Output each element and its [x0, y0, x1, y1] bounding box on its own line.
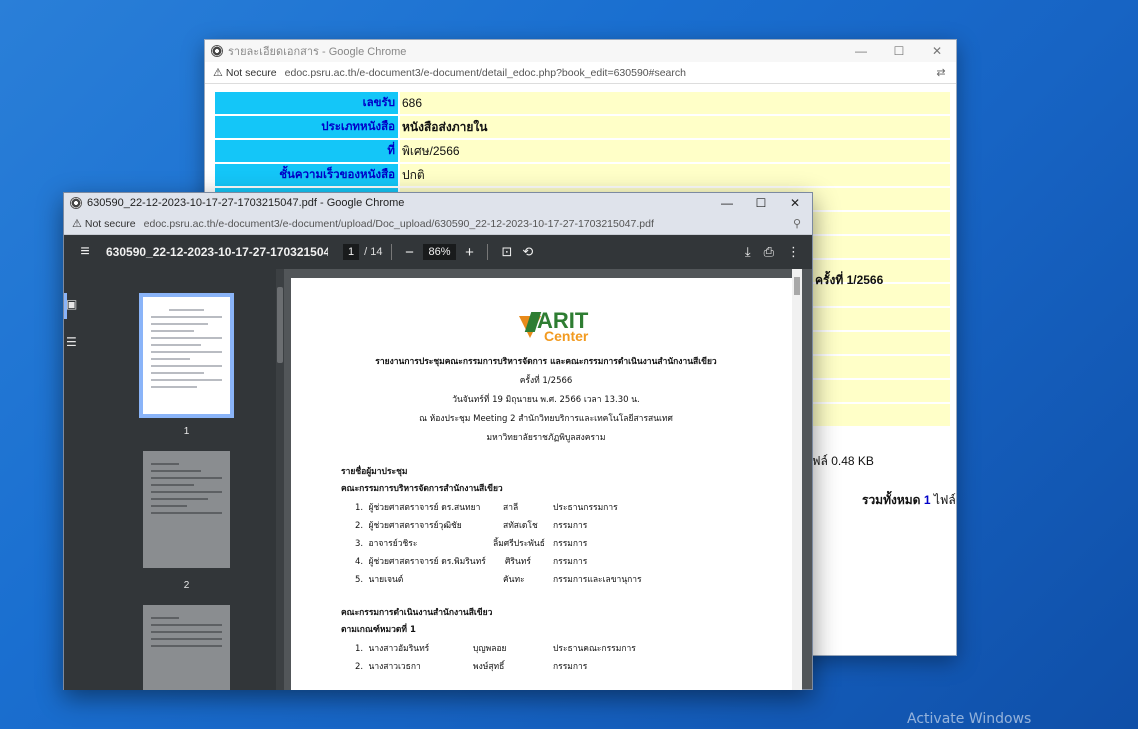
outline-view-icon[interactable]: ☰ [66, 335, 77, 349]
divider [391, 244, 393, 260]
doc-title: รายงานการประชุมคณะกรรมการบริหารจัดการ แล… [375, 357, 717, 367]
category-heading: ตามเกณฑ์หมวดที่ 1 [341, 625, 416, 635]
file-size-fragment: ไฟล์ 0.48 KB [806, 454, 874, 468]
role: ประธานคณะกรรมการ [553, 644, 636, 654]
chrome-icon [211, 45, 223, 57]
surname: บุญพลอย [473, 644, 507, 654]
divider [486, 244, 488, 260]
maximize-button[interactable]: ☐ [880, 40, 918, 62]
list-item: 3. อาจารย์วชิระ [355, 539, 418, 549]
warning-icon: ⚠ [72, 218, 82, 230]
arit-logo: ARIT Center [511, 308, 591, 348]
more-options-icon[interactable]: ⋮ [787, 244, 800, 260]
thumbnail-view-icon[interactable]: ▣ [66, 297, 77, 311]
surname: ศิรินทร์ [505, 557, 531, 567]
row-label: เลขรับ [215, 92, 398, 114]
table-row: เลขรับ 686 [215, 92, 950, 114]
table-row: ที่ พิเศษ/2566 [215, 140, 950, 162]
thumbnail-number: 2 [183, 580, 190, 591]
row-value: ปกติ [400, 164, 950, 186]
attendees-heading: รายชื่อผู้มาประชุม [341, 467, 408, 477]
security-indicator[interactable]: ⚠ Not secure [72, 217, 136, 231]
print-icon[interactable]: ⎙ [764, 244, 774, 260]
surname: สาลี [503, 503, 519, 513]
page-thumbnail[interactable] [143, 605, 230, 690]
thumbnail-scrollbar[interactable] [276, 269, 284, 690]
role: กรรมการ [553, 521, 588, 531]
document-scrollbar[interactable] [792, 269, 802, 690]
table-row: ประเภทหนังสือ หนังสือส่งภายใน [215, 116, 950, 138]
page-thumbnail[interactable] [143, 451, 230, 568]
address-bar[interactable]: ⚠ Not secure edoc.psru.ac.th/e-document3… [205, 62, 956, 84]
role: กรรมการ [553, 557, 588, 567]
surname: คันทะ [503, 575, 525, 585]
titlebar[interactable]: รายละเอียดเอกสาร - Google Chrome — ☐ ✕ [205, 40, 956, 62]
row-label: ประเภทหนังสือ [215, 116, 398, 138]
document-area: ARIT Center รายงานการประชุมคณะกรรมการบริ… [284, 269, 802, 690]
list-item: 4. ผู้ช่วยศาสตราจารย์ ดร.พิมรินทร์ [355, 557, 486, 567]
list-item: 2. ผู้ช่วยศาสตราจารย์วุฒิชัย [355, 521, 462, 531]
warning-icon: ⚠ [213, 67, 223, 79]
titlebar[interactable]: 630590_22-12-2023-10-17-27-1703215047.pd… [64, 193, 812, 213]
row-label: ที่ [215, 140, 398, 162]
pdf-viewer: ▣ ☰ 1 2 ARIT Center รายงานการประชุมคณะกร… [64, 269, 812, 690]
meeting-venue: ณ ห้องประชุม Meeting 2 สำนักวิทยบริการแล… [419, 414, 673, 424]
translate-icon[interactable]: ⇄ [926, 66, 956, 79]
committee-heading: คณะกรรมการบริหารจัดการสำนักงานสีเขียว [341, 484, 503, 494]
file-total: รวมทั้งหมด 1 ไฟล์ [862, 493, 956, 507]
list-item: 2. นางสาวเวธกา [355, 662, 421, 672]
page-number-input[interactable]: 1 [343, 244, 360, 260]
list-item: 5. นายเจนต์ [355, 575, 404, 585]
pdf-toolbar: ≡ 630590_22-12-2023-10-17-27-1703215047.… [64, 235, 812, 269]
chrome-icon [70, 197, 82, 209]
meeting-number: ครั้งที่ 1/2566 [519, 376, 573, 386]
pdf-browser-window[interactable]: 630590_22-12-2023-10-17-27-1703215047.pd… [63, 192, 813, 690]
minimize-button[interactable]: — [842, 40, 880, 62]
close-button[interactable]: ✕ [918, 40, 956, 62]
list-item: 1. นางสาวอัมรินทร์ [355, 644, 430, 654]
role: กรรมการ [553, 662, 588, 672]
window-title: รายละเอียดเอกสาร - Google Chrome [228, 46, 407, 58]
pdf-file-name: 630590_22-12-2023-10-17-27-1703215047...… [106, 245, 328, 259]
row-value: 686 [400, 92, 950, 114]
maximize-button[interactable]: ☐ [744, 193, 778, 213]
url-text[interactable]: edoc.psru.ac.th/e-document3/e-document/u… [144, 218, 782, 230]
zoom-in-button[interactable]: + [462, 244, 478, 261]
sidebar-rail: ▣ ☰ [64, 269, 80, 690]
subject-fragment: ครั้งที่ 1/2566 [815, 273, 884, 287]
surname: สทัสเดโช [503, 521, 538, 531]
download-icon[interactable]: ⤓ [745, 244, 751, 260]
role: กรรมการและเลขานุการ [553, 575, 642, 585]
surname: พงษ์สุทธิ์ [473, 662, 505, 672]
page-thumbnail[interactable] [139, 293, 234, 418]
activate-windows-watermark: Activate Windows [907, 711, 1032, 727]
university-name: มหาวิทยาลัยราชภัฏพิบูลสงคราม [486, 433, 606, 443]
window-title: 630590_22-12-2023-10-17-27-1703215047.pd… [87, 197, 405, 209]
pdf-page: ARIT Center รายงานการประชุมคณะกรรมการบริ… [291, 278, 801, 690]
table-row: ชั้นความเร็วของหนังสือ ปกติ [215, 164, 950, 186]
committee-heading: คณะกรรมการดำเนินงานสำนักงานสีเขียว [341, 608, 493, 618]
meeting-date: วันจันทร์ที่ 19 มิถุนายน พ.ศ. 2566 เวลา … [452, 395, 640, 405]
minimize-button[interactable]: — [710, 193, 744, 213]
list-item: 1. ผู้ช่วยศาสตราจารย์ ดร.สนทยา [355, 503, 481, 513]
thumbnail-number: 1 [183, 426, 190, 437]
row-value: พิเศษ/2566 [400, 140, 950, 162]
security-indicator[interactable]: ⚠ Not secure [213, 66, 277, 80]
thumbnail-pane: 1 2 [80, 269, 276, 690]
fit-page-icon[interactable]: ⊡ [502, 244, 513, 260]
close-button[interactable]: ✕ [778, 193, 812, 213]
url-text[interactable]: edoc.psru.ac.th/e-document3/e-document/d… [285, 67, 926, 79]
zoom-icon[interactable]: ⚲ [782, 217, 812, 230]
address-bar[interactable]: ⚠ Not secure edoc.psru.ac.th/e-document3… [64, 213, 812, 235]
surname: ลิ้มศรีประพันธ์ [493, 539, 545, 549]
row-label: ชั้นความเร็วของหนังสือ [215, 164, 398, 186]
menu-icon[interactable]: ≡ [64, 243, 106, 261]
role: กรรมการ [553, 539, 588, 549]
zoom-out-button[interactable]: − [401, 244, 417, 261]
zoom-input[interactable]: 86% [423, 244, 456, 260]
row-value: หนังสือส่งภายใน [400, 116, 950, 138]
page-total: / 14 [364, 246, 383, 258]
rotate-icon[interactable]: ⟲ [522, 244, 533, 260]
role: ประธานกรรมการ [553, 503, 618, 513]
